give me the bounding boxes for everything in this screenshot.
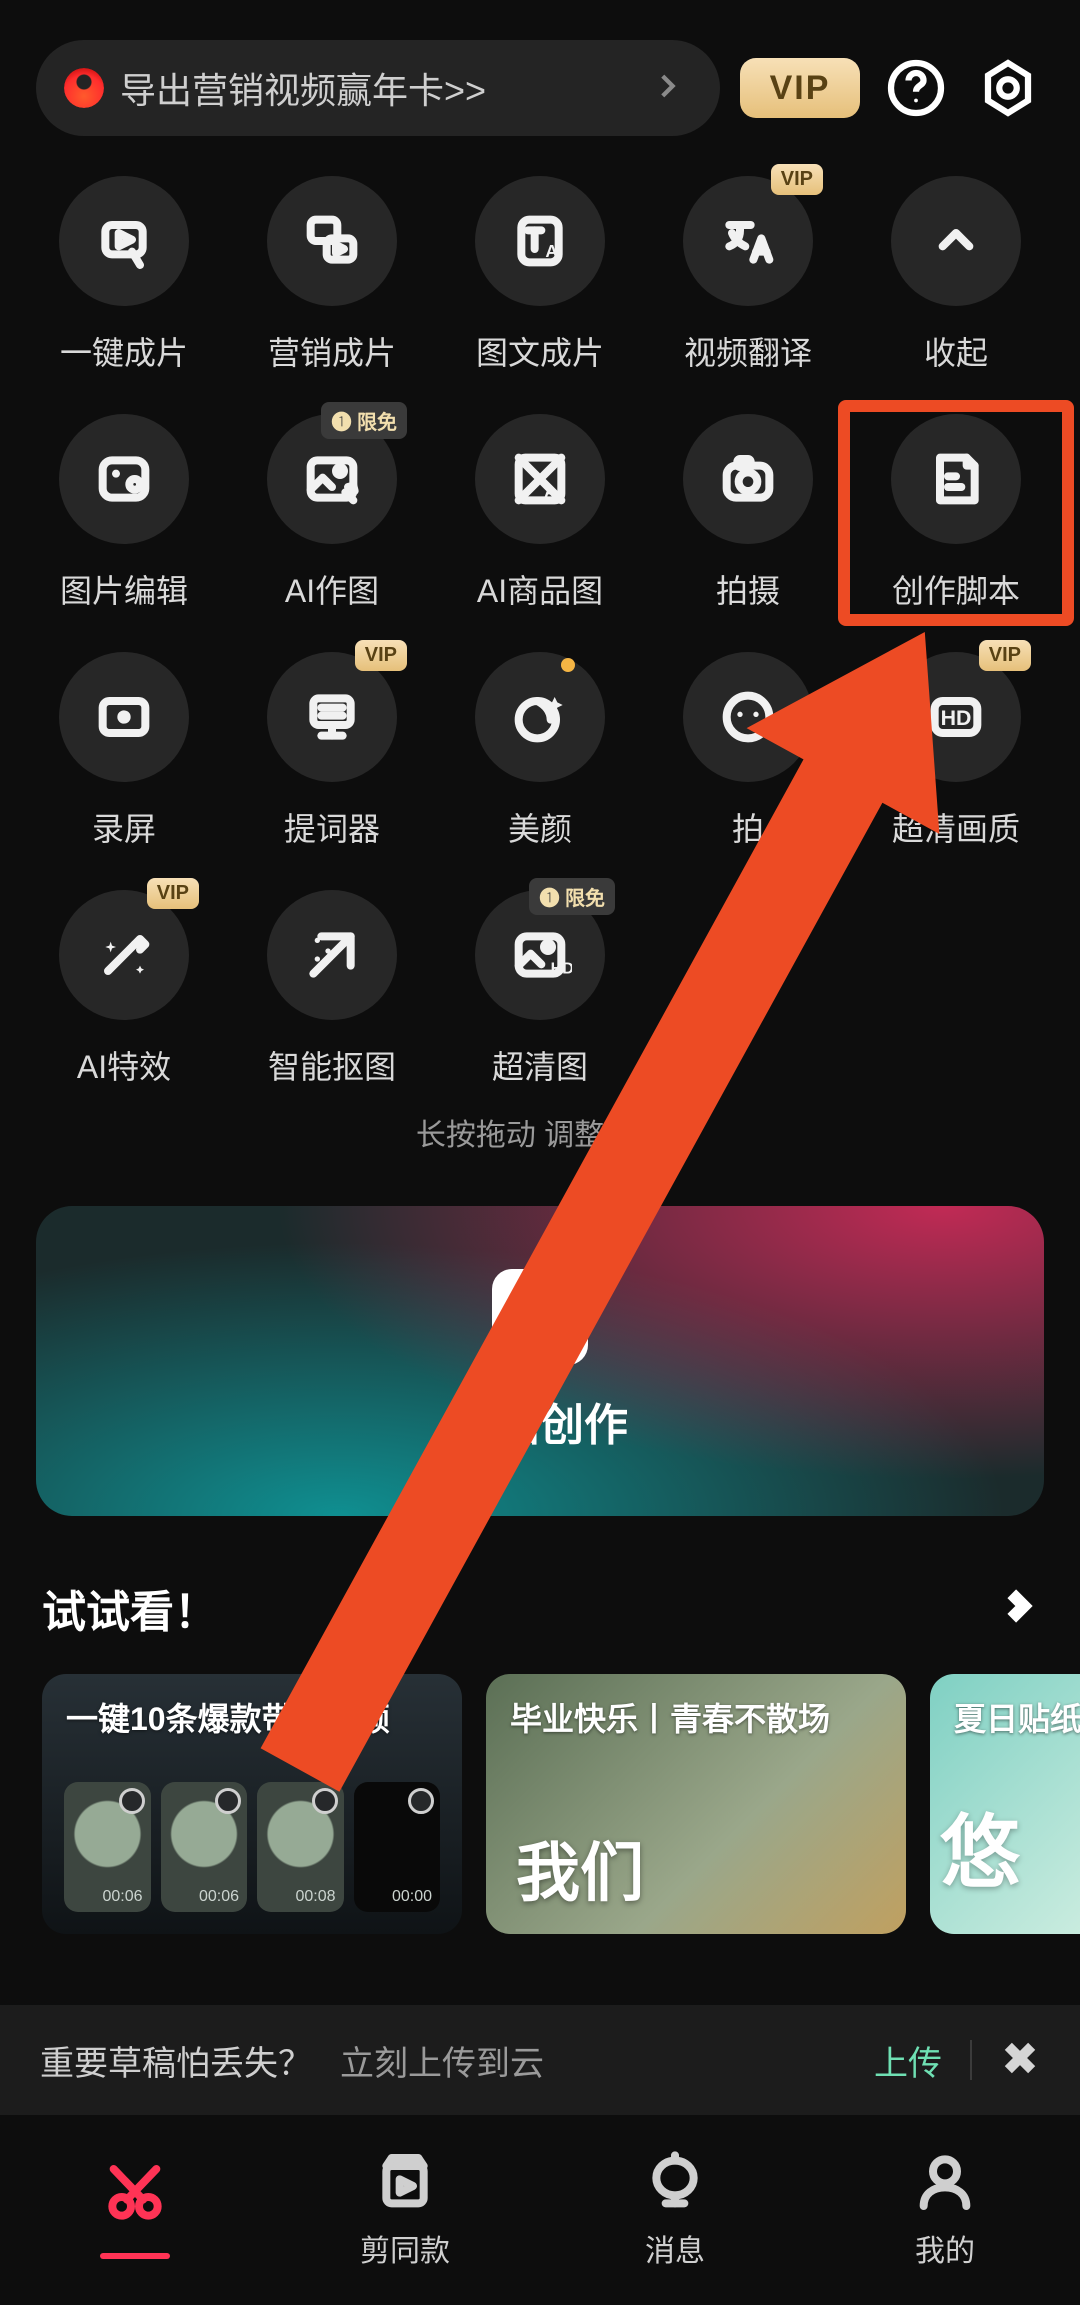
- ai_fx-icon: VIP: [59, 890, 189, 1020]
- tool-label: 超清图: [492, 1042, 588, 1088]
- tool-teleprompt[interactable]: VIP 提词器: [228, 652, 436, 850]
- tool-one_click[interactable]: 一键成片: [20, 176, 228, 374]
- tool-label: 拍: [732, 804, 764, 850]
- try-card-2[interactable]: 夏日贴纸悠: [930, 1674, 1080, 1934]
- tool-label: 一键成片: [60, 328, 188, 374]
- tool-collapse[interactable]: 收起: [852, 176, 1060, 374]
- upload-button[interactable]: 上传: [874, 2036, 942, 2085]
- ai_draw-icon: ❶ 限免: [267, 414, 397, 544]
- try-title: 试试看！: [42, 1576, 218, 1640]
- tool-text_img[interactable]: AI 图文成片: [436, 176, 644, 374]
- nav-template[interactable]: 剪同款: [270, 2115, 540, 2305]
- banner-text: 导出营销视频赢年卡>>: [120, 62, 634, 114]
- snap-icon: [683, 652, 813, 782]
- hd_img-icon: ❶ 限免 HD: [475, 890, 605, 1020]
- nav-profile[interactable]: 我的: [810, 2115, 1080, 2305]
- settings-icon[interactable]: [972, 52, 1044, 124]
- script-icon: [891, 414, 1021, 544]
- try-card-1[interactable]: 毕业快乐丨青春不散场我们: [486, 1674, 906, 1934]
- start-label: 开始创作: [452, 1389, 628, 1453]
- tool-hd[interactable]: VIP HD 超清画质: [852, 652, 1060, 850]
- tool-script[interactable]: 创作脚本: [852, 414, 1060, 612]
- svg-text:AI: AI: [544, 482, 561, 502]
- tool-label: 美颜: [508, 804, 572, 850]
- one_click-icon: [59, 176, 189, 306]
- tool-label: 智能抠图: [268, 1042, 396, 1088]
- tool-label: 图文成片: [476, 328, 604, 374]
- tool-photo_edit[interactable]: 图片编辑: [20, 414, 228, 612]
- tool-label: 视频翻译: [684, 328, 812, 374]
- vip-badge[interactable]: VIP: [740, 58, 860, 118]
- matting-icon: [267, 890, 397, 1020]
- ai_product-icon: AI: [475, 414, 605, 544]
- screen_rec-icon: [59, 652, 189, 782]
- tool-label: AI特效: [77, 1042, 171, 1088]
- tool-label: AI商品图: [477, 566, 603, 612]
- nav-cut[interactable]: [0, 2115, 270, 2305]
- tool-snap[interactable]: 拍: [644, 652, 852, 850]
- collapse-icon: [891, 176, 1021, 306]
- start-creating-panel[interactable]: 开始创作: [36, 1206, 1044, 1516]
- tool-label: 创作脚本: [892, 566, 1020, 612]
- tool-translate[interactable]: VIP 视频翻译: [644, 176, 852, 374]
- tool-shoot[interactable]: 拍摄: [644, 414, 852, 612]
- promo-banner[interactable]: 导出营销视频赢年卡>>: [36, 40, 720, 136]
- tool-marketing[interactable]: 营销成片: [228, 176, 436, 374]
- bottom-nav: 剪同款 消息 我的: [0, 2115, 1080, 2305]
- tool-label: AI作图: [285, 566, 379, 612]
- photo_edit-icon: [59, 414, 189, 544]
- marketing-icon: [267, 176, 397, 306]
- draft-question: 重要草稿怕丢失？: [40, 2036, 312, 2085]
- teleprompt-icon: VIP: [267, 652, 397, 782]
- tool-label: 收起: [924, 328, 988, 374]
- nav-messages[interactable]: 消息: [540, 2115, 810, 2305]
- chevron-right-icon: [650, 69, 684, 108]
- tool-label: 录屏: [92, 804, 156, 850]
- draft-upload-bar: 重要草稿怕丢失？ 立刻上传到云 上传: [0, 2005, 1080, 2115]
- draft-action-text: 立刻上传到云: [340, 2036, 544, 2085]
- text_img-icon: AI: [475, 176, 605, 306]
- close-icon[interactable]: [1000, 2038, 1040, 2083]
- tool-label: 营销成片: [268, 328, 396, 374]
- tool-beauty[interactable]: 美颜: [436, 652, 644, 850]
- fire-icon: [64, 68, 104, 108]
- svg-text:HD: HD: [941, 706, 972, 730]
- plus-icon: [492, 1269, 588, 1365]
- help-icon[interactable]: [880, 52, 952, 124]
- svg-text:HD: HD: [551, 961, 572, 978]
- try-more-icon[interactable]: [996, 1585, 1038, 1632]
- svg-text:AI: AI: [545, 241, 562, 261]
- tool-matting[interactable]: 智能抠图: [228, 890, 436, 1088]
- shoot-icon: [683, 414, 813, 544]
- tool-hd_img[interactable]: ❶ 限免 HD 超清图: [436, 890, 644, 1088]
- tool-ai_fx[interactable]: VIP AI特效: [20, 890, 228, 1088]
- reorder-hint: 长按拖动 调整顺序: [0, 1110, 1080, 1154]
- try-card-0[interactable]: 一键10条爆款带货视频00:0600:0600:0800:00: [42, 1674, 462, 1934]
- tool-ai_draw[interactable]: ❶ 限免 AI作图: [228, 414, 436, 612]
- tool-label: 拍摄: [716, 566, 780, 612]
- tool-ai_product[interactable]: AI AI商品图: [436, 414, 644, 612]
- translate-icon: VIP: [683, 176, 813, 306]
- tool-label: 提词器: [284, 804, 380, 850]
- tool-screen_rec[interactable]: 录屏: [20, 652, 228, 850]
- beauty-icon: [475, 652, 605, 782]
- tool-label: 图片编辑: [60, 566, 188, 612]
- tool-label: 超清画质: [892, 804, 1020, 850]
- hd-icon: VIP HD: [891, 652, 1021, 782]
